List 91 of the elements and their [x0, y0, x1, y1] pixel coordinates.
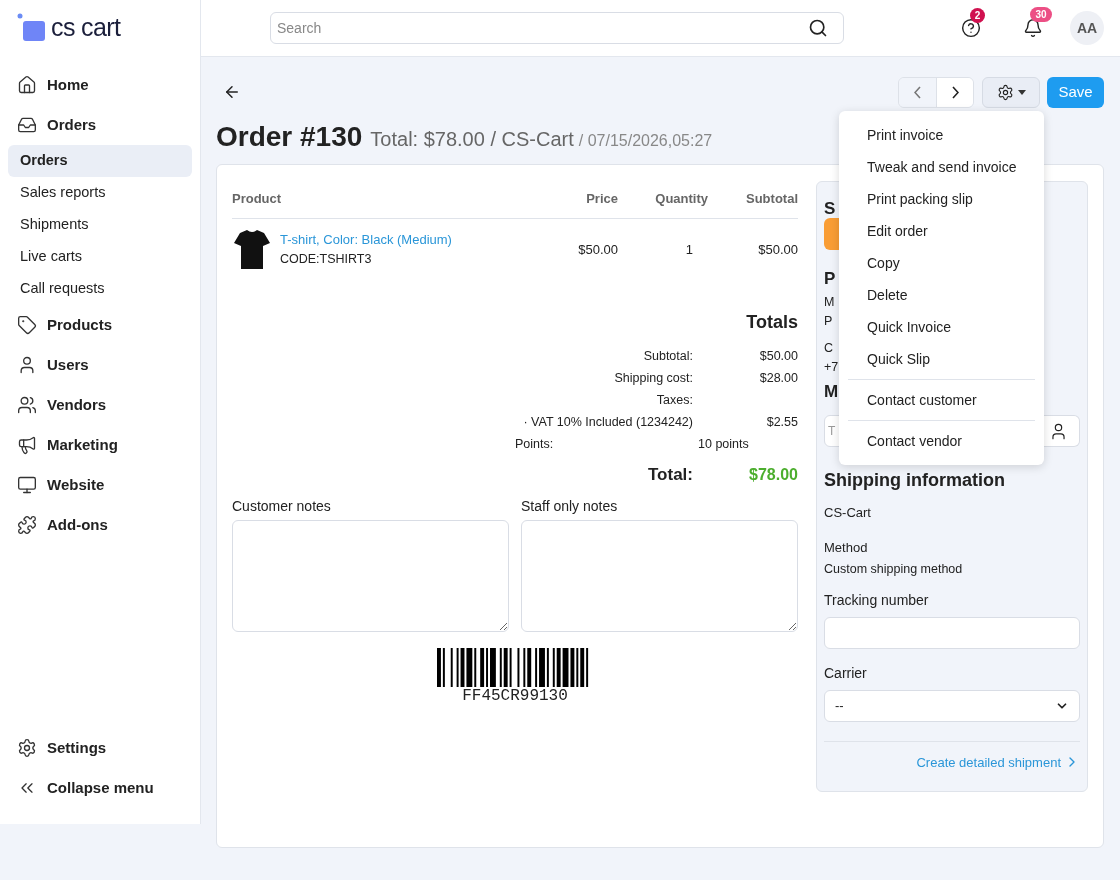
tag-icon [17, 315, 37, 335]
table-cell: $50.00 [718, 218, 798, 280]
nav-subitem[interactable]: Call requests [8, 273, 192, 305]
chevron-right-icon [951, 85, 959, 99]
nav-item[interactable]: Products [8, 305, 192, 345]
gear-icon [996, 83, 1014, 101]
menu-item[interactable]: Quick Invoice [839, 311, 1044, 343]
column-header: Product [232, 180, 558, 218]
menu-item[interactable]: Contact vendor [839, 425, 1044, 457]
logo-text: cs cart [51, 12, 121, 44]
nav-subitem[interactable]: Orders [8, 145, 192, 177]
monitor-icon [17, 475, 37, 495]
nav-item[interactable]: Vendors [8, 385, 192, 425]
search-field[interactable]: Search [270, 12, 844, 44]
notes-field[interactable] [521, 520, 798, 632]
customer-text: +7 [824, 359, 839, 374]
tracking-label: Tracking number [824, 590, 930, 610]
totals-label: Shipping cost: [614, 369, 693, 387]
notes-field[interactable] [232, 520, 509, 632]
nav-item[interactable]: Collapse menu [8, 768, 192, 808]
bell-icon[interactable] [1023, 18, 1043, 38]
menu-item[interactable]: Contact customer [839, 384, 1044, 416]
user-avatar[interactable]: AA [1070, 11, 1104, 45]
nav-item[interactable]: Settings [8, 728, 192, 768]
menu-item[interactable]: Edit order [839, 215, 1044, 247]
house-icon [17, 75, 37, 95]
notification-badge: 30 [1030, 7, 1052, 22]
order-summary: Total: $78.00 / CS-Cart [370, 127, 574, 152]
column-header: Price [558, 180, 618, 218]
user-icon [1049, 421, 1068, 441]
nav-subitem[interactable]: Shipments [8, 209, 192, 241]
barcode-number: FF45CR99130 [462, 687, 568, 705]
carrier-label: Carrier [824, 663, 868, 683]
carrier-select[interactable]: -- [824, 689, 1080, 722]
nav-item[interactable]: Website [8, 465, 192, 505]
nav-item[interactable]: Users [8, 345, 192, 385]
menu-item[interactable]: Delete [839, 279, 1044, 311]
inbox-icon [17, 115, 37, 135]
settings-icon [17, 738, 37, 758]
totals-value: $50.00 [759, 348, 798, 363]
total-value: $78.00 [749, 466, 798, 483]
totals-label: · VAT 10% Included (1234242) [523, 413, 693, 431]
points-label: Points: [515, 435, 555, 453]
nav-subitem[interactable]: Live carts [8, 241, 192, 273]
column-header: Quantity [618, 180, 718, 218]
chevron-left-icon [914, 85, 921, 99]
total-label: Total: [648, 464, 693, 487]
column-header: Subtotal [718, 180, 798, 218]
order-title: Order #130 [216, 120, 363, 154]
method-value: Custom shipping method [824, 561, 964, 578]
menu-item[interactable]: Tweak and send invoice [839, 151, 1044, 183]
menu-item[interactable]: Print invoice [839, 119, 1044, 151]
section-heading: P [824, 268, 836, 290]
table-cell: $50.00 [558, 218, 618, 280]
totals-label: Taxes: [656, 391, 693, 409]
payment-text: M [824, 294, 835, 309]
puzzle-icon [17, 515, 37, 535]
shipping-store: CS-Cart [824, 504, 872, 522]
section-heading: S [824, 198, 836, 218]
customer-text: C [824, 340, 834, 355]
section-heading: Shipping information [824, 469, 1006, 492]
method-label: Method [824, 538, 869, 557]
logo-icon [17, 13, 47, 43]
order-date: / 07/15/2026,05:27 [578, 131, 713, 151]
help-icon[interactable] [961, 18, 981, 38]
nav-item[interactable]: Orders [8, 105, 192, 145]
notes-label: Staff only notes [521, 497, 619, 516]
menu-item[interactable]: Print packing slip [839, 183, 1044, 215]
tracking-field[interactable] [824, 616, 1080, 649]
notification-badge: 2 [970, 8, 985, 23]
settings-dropdown-button[interactable] [982, 76, 1040, 108]
menu-item[interactable]: Quick Slip [839, 343, 1044, 375]
totals-value: $2.55 [766, 414, 798, 429]
nav-item[interactable]: Add-ons [8, 505, 192, 545]
megaphone-icon [17, 435, 37, 455]
product-code: CODE:TSHIRT3 [280, 250, 373, 268]
payment-text: P [824, 313, 833, 328]
notes-label: Customer notes [232, 497, 332, 516]
totals-value: $28.00 [759, 370, 798, 385]
totals-heading: Totals [746, 311, 798, 334]
nav-item[interactable]: Home [8, 65, 192, 105]
section-heading: M [824, 381, 839, 403]
totals-label: Subtotal: [643, 347, 693, 365]
search-icon[interactable] [808, 18, 828, 38]
table-cell: 1 [618, 218, 718, 280]
nav-item[interactable]: Marketing [8, 425, 192, 465]
caret-icon [1017, 89, 1026, 95]
menu-item[interactable]: Copy [839, 247, 1044, 279]
nav-subitem[interactable]: Sales reports [8, 177, 192, 209]
users-icon [17, 395, 37, 415]
points-value: 10 points [698, 435, 749, 453]
